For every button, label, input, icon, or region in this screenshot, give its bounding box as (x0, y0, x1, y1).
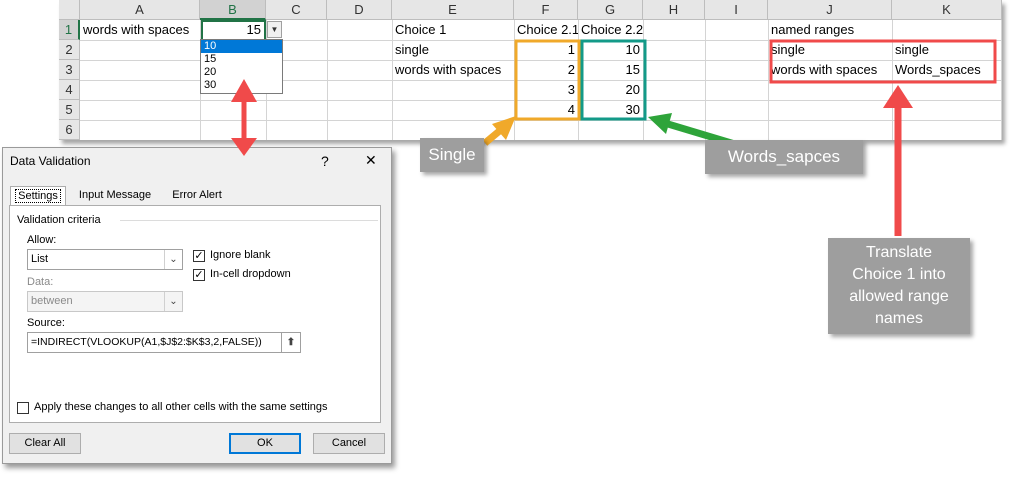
row-header-3[interactable]: 3 (59, 60, 80, 80)
close-icon[interactable]: ✕ (365, 152, 377, 169)
column-header-i[interactable]: I (705, 0, 768, 20)
translate-callout: Translate Choice 1 into allowed range na… (828, 238, 970, 334)
in-cell-dropdown-checkbox[interactable]: ✓ (193, 269, 205, 281)
cell-e1[interactable]: Choice 1 (392, 20, 449, 40)
cell-j3[interactable]: words with spaces (768, 60, 880, 80)
select-all-corner[interactable] (59, 0, 80, 20)
column-header-d[interactable]: D (327, 0, 392, 20)
cell-f4[interactable]: 3 (514, 80, 578, 100)
clear-all-button[interactable]: Clear All (9, 433, 81, 454)
collapse-dialog-icon[interactable]: ⬆ (281, 333, 300, 352)
dropdown-option[interactable]: 15 (201, 53, 282, 66)
column-header-k[interactable]: K (892, 0, 1002, 20)
column-header-c[interactable]: C (266, 0, 327, 20)
cell-e2[interactable]: single (392, 40, 432, 60)
gridline (80, 120, 1002, 121)
spreadsheet-grid: A B C D E F G H I J K 1 2 3 4 5 6 words … (59, 0, 1002, 140)
row-header-1[interactable]: 1 (59, 20, 80, 40)
tab-settings[interactable]: Settings (10, 186, 66, 206)
cell-f1[interactable]: Choice 2.1 (514, 20, 578, 40)
cell-k3[interactable]: Words_spaces (892, 60, 984, 80)
row-header-2[interactable]: 2 (59, 40, 80, 60)
column-header-a[interactable]: A (80, 0, 200, 20)
column-header-j[interactable]: J (768, 0, 892, 20)
data-select-value: between (31, 295, 73, 307)
in-cell-dropdown-label: In-cell dropdown (210, 268, 291, 280)
dropdown-option[interactable]: 20 (201, 66, 282, 79)
dialog-title: Data Validation (10, 154, 91, 168)
cell-g2[interactable]: 10 (578, 40, 643, 60)
row-header-6[interactable]: 6 (59, 120, 80, 140)
cell-j1[interactable]: named ranges (768, 20, 857, 40)
help-icon[interactable]: ? (321, 153, 329, 169)
chevron-down-icon: ⌄ (164, 250, 182, 269)
settings-panel: Validation criteria Allow: List ⌄ ✓ Igno… (9, 205, 381, 423)
cell-b1[interactable]: 15 (201, 20, 264, 40)
dropdown-option[interactable]: 10 (201, 40, 282, 53)
cell-g3[interactable]: 15 (578, 60, 643, 80)
data-select: between ⌄ (27, 291, 183, 312)
cell-k2[interactable]: single (892, 40, 932, 60)
cell-g1[interactable]: Choice 2.2 (578, 20, 643, 40)
dropdown-option[interactable]: 30 (201, 79, 282, 92)
cell-a1[interactable]: words with spaces (80, 20, 200, 40)
column-header-h[interactable]: H (643, 0, 705, 20)
words-callout: Words_sapces (705, 140, 863, 174)
column-header-e[interactable]: E (392, 0, 514, 20)
cell-j2[interactable]: single (768, 40, 808, 60)
tab-input-message[interactable]: Input Message (72, 186, 158, 205)
cell-f5[interactable]: 4 (514, 100, 578, 120)
validation-dropdown-list[interactable]: 10 15 20 30 (200, 39, 283, 94)
chevron-down-icon[interactable]: ▼ (267, 21, 282, 38)
apply-all-checkbox[interactable] (17, 402, 29, 414)
data-validation-dialog: Data Validation ? ✕ Settings Input Messa… (2, 147, 392, 464)
cancel-button[interactable]: Cancel (313, 433, 385, 454)
row-header-5[interactable]: 5 (59, 100, 80, 120)
chevron-down-icon: ⌄ (164, 292, 182, 311)
data-label: Data: (27, 276, 54, 288)
section-divider (120, 220, 378, 221)
column-header-f[interactable]: F (514, 0, 578, 20)
column-header-b[interactable]: B (200, 0, 266, 20)
source-label: Source: (27, 317, 65, 329)
tab-settings-label: Settings (15, 189, 61, 203)
column-header-g[interactable]: G (578, 0, 643, 20)
cell-g5[interactable]: 30 (578, 100, 643, 120)
cell-g4[interactable]: 20 (578, 80, 643, 100)
ignore-blank-checkbox[interactable]: ✓ (193, 250, 205, 262)
cell-f3[interactable]: 2 (514, 60, 578, 80)
cell-f2[interactable]: 1 (514, 40, 578, 60)
ok-button[interactable]: OK (229, 433, 301, 454)
cell-e3[interactable]: words with spaces (392, 60, 504, 80)
row-header-4[interactable]: 4 (59, 80, 80, 100)
source-input-value: =INDIRECT(VLOOKUP(A1,$J$2:$K$3,2,FALSE)) (31, 336, 262, 348)
ignore-blank-label: Ignore blank (210, 249, 271, 261)
allow-label: Allow: (27, 234, 57, 246)
allow-select[interactable]: List ⌄ (27, 249, 183, 270)
tab-error-alert[interactable]: Error Alert (163, 186, 231, 205)
source-input[interactable]: =INDIRECT(VLOOKUP(A1,$J$2:$K$3,2,FALSE))… (27, 332, 301, 353)
apply-all-label: Apply these changes to all other cells w… (34, 401, 328, 413)
section-title: Validation criteria (17, 214, 101, 226)
allow-select-value: List (31, 253, 49, 265)
single-callout: Single (420, 138, 484, 172)
